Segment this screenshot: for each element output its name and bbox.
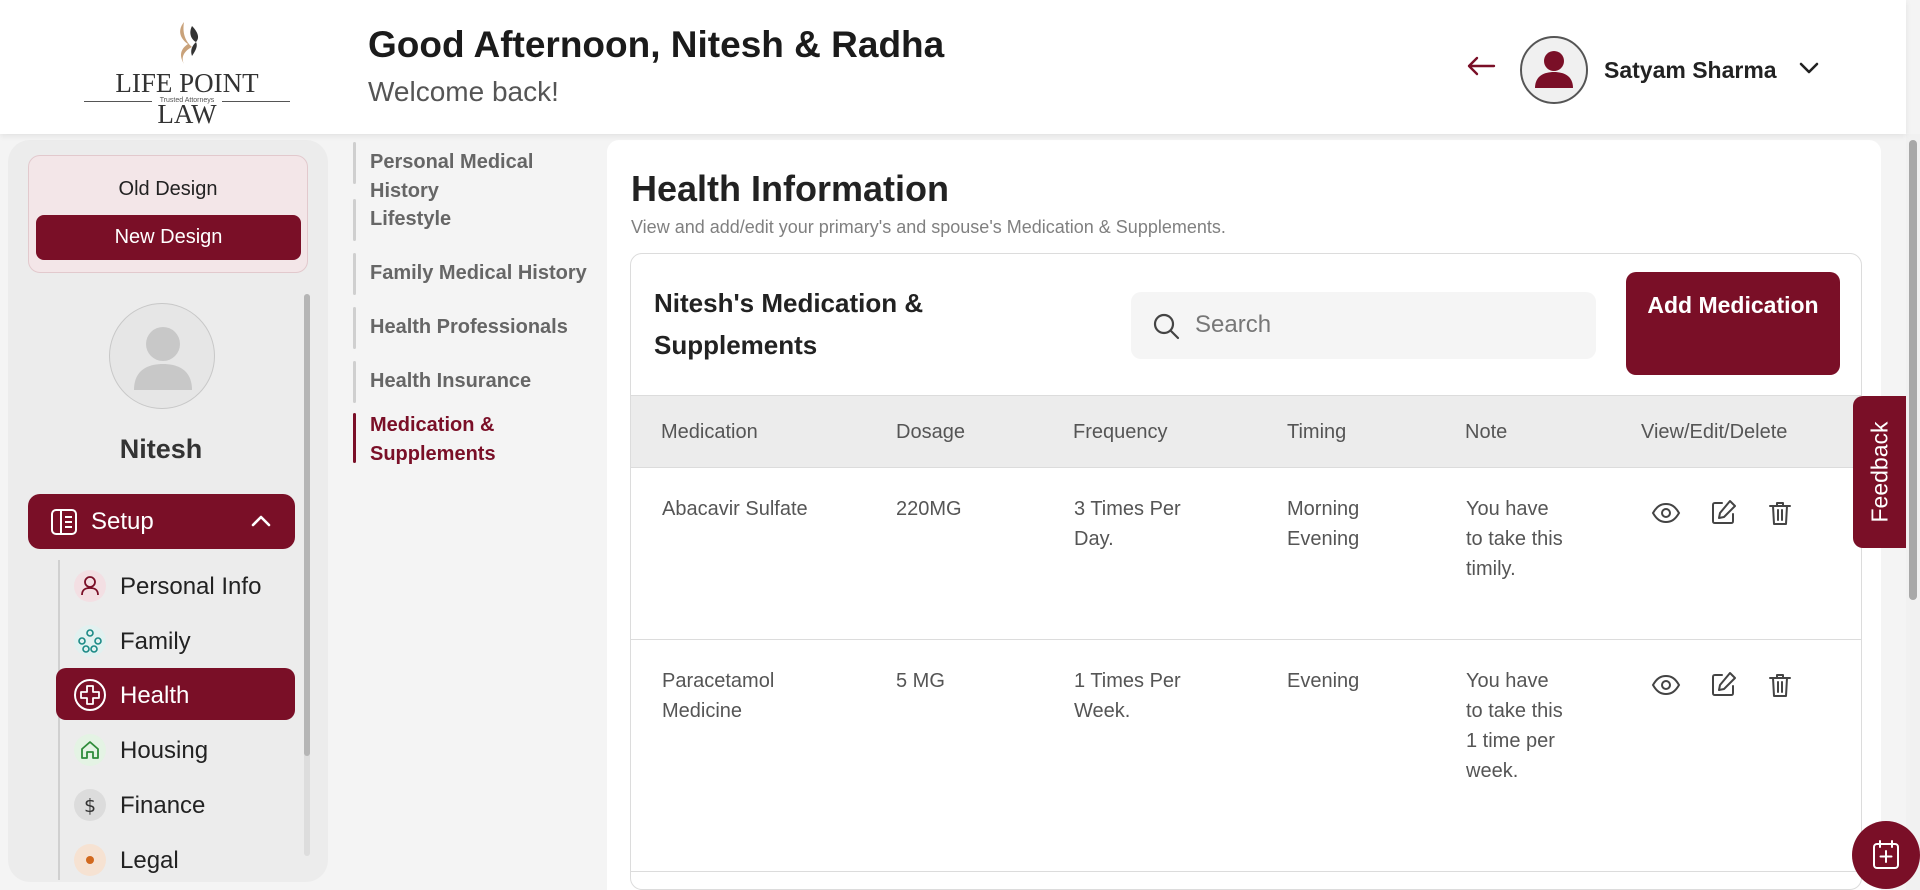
calendar-plus-icon [1873, 840, 1899, 869]
add-event-button[interactable] [1852, 821, 1920, 889]
feedback-tab[interactable]: Feedback [1853, 396, 1906, 548]
table-row: Paracetamol Medicine 5 MG 1 Times Per We… [631, 640, 1861, 872]
column-header-dosage: Dosage [896, 421, 965, 443]
cell-dosage: 220MG [896, 498, 962, 520]
cell-timing: Morning Evening [1287, 498, 1360, 550]
subnav-label: Lifestyle [370, 208, 452, 230]
column-header-frequency: Frequency [1073, 421, 1168, 443]
cell-note: You have to take this 1 time per week. [1466, 670, 1563, 782]
sidebar-item-label: Health [120, 682, 190, 709]
profile-name: Nitesh [119, 434, 203, 464]
column-header-medication: Medication [661, 421, 758, 443]
logo-flame-icon [180, 22, 199, 64]
setup-section-toggle[interactable]: Setup [28, 494, 295, 549]
medication-card: Nitesh's Medication & Supplements Add Me… [630, 253, 1862, 890]
health-subnav: Personal Medical History Lifestyle Famil… [345, 140, 607, 890]
sidebar-item-personal-info[interactable]: Personal Info [56, 559, 295, 611]
column-header-actions: View/Edit/Delete [1641, 421, 1788, 443]
home-icon [74, 734, 106, 766]
brand-logo[interactable]: LIFE POINT LAW Trusted Attorneys [84, 20, 290, 129]
dollar-icon: $ [74, 789, 106, 821]
old-design-option[interactable]: Old Design [29, 178, 307, 201]
person-icon [74, 570, 106, 602]
cell-medication: Paracetamol Medicine [662, 670, 775, 722]
cell-medication: Abacavir Sulfate [662, 498, 808, 520]
subnav-label: Health Insurance [370, 370, 532, 392]
left-sidebar: Old Design New Design Nitesh Setup Perso… [8, 140, 328, 882]
eye-icon[interactable] [1651, 498, 1681, 528]
family-tree-icon [74, 625, 106, 657]
sidebar-item-finance[interactable]: $ Finance [56, 778, 295, 830]
app-root: LIFE POINT LAW Trusted Attorneys Good Af… [0, 0, 1920, 890]
setup-label: Setup [91, 508, 154, 535]
health-plus-icon [74, 679, 106, 711]
subnav-label: Health Professionals [370, 316, 568, 338]
svg-text:$: $ [84, 795, 96, 817]
cell-frequency: 1 Times Per Week. [1074, 670, 1181, 722]
trash-icon[interactable] [1765, 670, 1795, 700]
search-icon [1153, 313, 1180, 340]
edit-icon[interactable] [1708, 498, 1738, 528]
subnav-indicator [353, 307, 356, 349]
legal-icon [74, 844, 106, 876]
person-placeholder-icon [134, 327, 192, 390]
subnav-label: Family Medical History [370, 262, 587, 284]
chevron-up-icon [251, 515, 271, 527]
column-header-timing: Timing [1287, 421, 1347, 443]
table-row: Abacavir Sulfate 220MG 3 Times Per Day. … [631, 468, 1861, 640]
subnav-indicator [353, 199, 356, 241]
profile-avatar [109, 303, 215, 409]
user-avatar[interactable] [1520, 36, 1588, 104]
edit-icon[interactable] [1708, 670, 1738, 700]
subnav-label: Medication & Supplements [370, 411, 496, 469]
add-medication-button[interactable]: Add Medication [1626, 272, 1840, 375]
top-header: LIFE POINT LAW Trusted Attorneys Good Af… [0, 0, 1906, 134]
subnav-indicator [353, 253, 356, 295]
cell-note: You have to take this timily. [1466, 498, 1563, 580]
sidebar-scrollbar-thumb[interactable] [304, 294, 310, 756]
cell-timing: Evening [1287, 670, 1360, 692]
page-scrollbar-thumb[interactable] [1909, 140, 1917, 600]
subnav-indicator [353, 142, 356, 184]
page-greeting: Good Afternoon, Nitesh & Radha [368, 24, 945, 65]
arrow-left-icon[interactable] [1466, 54, 1496, 78]
sidebar-item-family[interactable]: Family [56, 614, 295, 666]
subnav-indicator [353, 361, 356, 403]
setup-book-icon [51, 509, 77, 535]
sidebar-item-label: Legal [120, 847, 179, 874]
page-subtitle: View and add/edit your primary's and spo… [631, 217, 1226, 237]
subnav-indicator [353, 413, 356, 463]
sidebar-item-label: Housing [120, 737, 209, 764]
eye-icon[interactable] [1651, 670, 1681, 700]
search-input[interactable] [1195, 304, 1575, 346]
cell-frequency: 3 Times Per Day. [1074, 498, 1181, 550]
feedback-label: Feedback [1866, 421, 1892, 523]
design-switcher: Old Design New Design [28, 155, 308, 273]
card-title: Nitesh's Medication & Supplements [654, 288, 924, 360]
cell-dosage: 5 MG [896, 670, 945, 692]
user-avatar-icon [1535, 51, 1573, 88]
subnav-label-line1: Medication & [370, 414, 495, 436]
sidebar-item-health[interactable]: Health [56, 668, 295, 720]
trash-icon[interactable] [1765, 498, 1795, 528]
user-name[interactable]: Satyam Sharma [1604, 57, 1777, 84]
sidebar-item-housing[interactable]: Housing [56, 723, 295, 775]
table-header: Medication Dosage Frequency Timing Note … [631, 395, 1861, 468]
page-title: Health Information [631, 168, 950, 209]
sidebar-item-label: Personal Info [120, 573, 262, 600]
logo-divider-right [222, 101, 290, 102]
chevron-down-icon[interactable] [1798, 60, 1820, 76]
search-field[interactable] [1131, 292, 1596, 359]
sidebar-item-legal[interactable]: Legal [56, 833, 295, 882]
column-header-note: Note [1465, 421, 1508, 443]
sidebar-item-label: Family [120, 628, 191, 655]
welcome-text: Welcome back! [368, 76, 559, 107]
main-content: Health Information View and add/edit you… [607, 140, 1881, 890]
subnav-label-line2: Supplements [370, 443, 496, 465]
new-design-button[interactable]: New Design [36, 215, 301, 260]
subnav-label: Personal Medical History [370, 151, 534, 202]
sidebar-item-label: Finance [120, 792, 206, 819]
